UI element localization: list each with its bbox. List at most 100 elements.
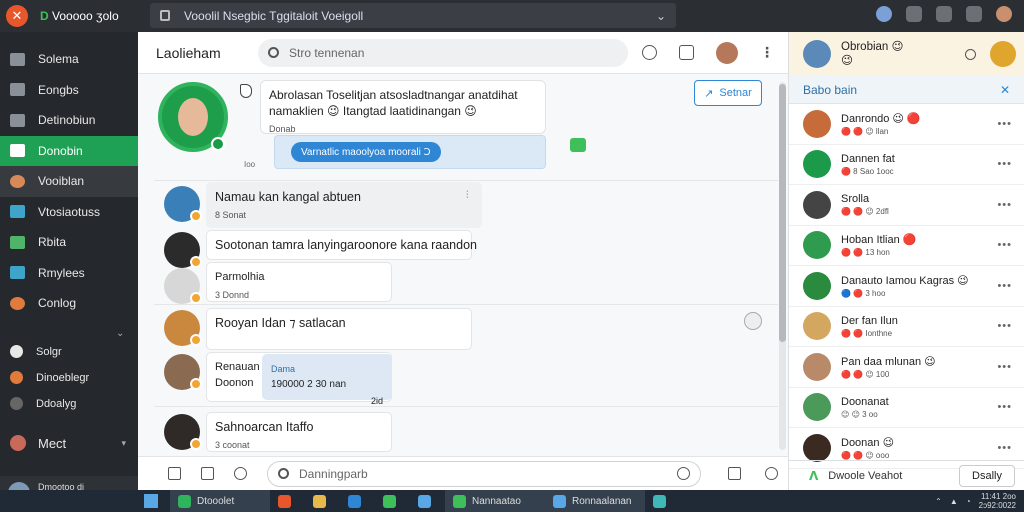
contact-row[interactable]: Doonanat 😉 😉 3 oo ••• (789, 388, 1024, 428)
clock[interactable]: 11:41 2oo 2ɔ92:0022 (979, 492, 1016, 510)
sidebar-sub-item-1[interactable]: Dinoeblegr (0, 365, 138, 391)
more-options-icon[interactable]: ••• (997, 361, 1012, 373)
sidebar-item-6[interactable]: Rbita (0, 227, 138, 258)
avatar (803, 190, 831, 219)
sidebar-item-8[interactable]: Conlog (0, 288, 138, 319)
avatar[interactable] (164, 232, 202, 268)
sidebar-item-4[interactable]: Vooiblan (0, 166, 138, 197)
scroll-down-button[interactable] (744, 312, 762, 330)
sidebar-item-5[interactable]: Vtosiaotuss (0, 197, 138, 228)
sidebar-item-0[interactable]: Solema (0, 44, 138, 75)
send-button[interactable]: ↗ Setnar (694, 80, 762, 106)
message-bubble: Parmolhia 3 Donnd (206, 262, 392, 302)
sidebar-item-7[interactable]: Rmylees (0, 258, 138, 289)
contact-row[interactable]: Danrondo 😉 🔴 🔴 🔴 😉 llan ••• (789, 104, 1024, 145)
taskbar-item[interactable] (340, 490, 375, 512)
more-options-icon[interactable]: ⋮ (760, 44, 774, 61)
message-options-icon[interactable]: ⫶ (466, 190, 469, 201)
taskbar-item[interactable] (410, 490, 445, 512)
app-logo-icon[interactable]: ✕ (6, 5, 28, 27)
sidebar-item-1[interactable]: Eongbs (0, 75, 138, 106)
chevron-up-icon[interactable]: ⌃ (935, 497, 942, 506)
contact-row[interactable]: Hoban Itlian 🔴 🔴 🔴 13 hon ••• (789, 226, 1024, 266)
more-options-icon[interactable]: ••• (997, 280, 1012, 292)
taskbar: Dtooolet Nannaatao Ronnaalanan ⌃ ▲ ◔ 11:41… (0, 490, 1024, 512)
address-bar[interactable]: Vooolil Nsegbic Tggitaloit Voeigoll ⌄ (150, 3, 676, 28)
sidebar-item-3[interactable]: Donobin (0, 135, 138, 166)
taskbar-item[interactable]: Nannaatao (445, 490, 545, 512)
action-button[interactable]: Varnatlic maoolyoa moorali Ↄ (291, 142, 441, 162)
taskbar-item[interactable] (270, 490, 305, 512)
collapse-chevron-icon[interactable]: ⌄ (116, 328, 124, 339)
avatar[interactable] (164, 310, 202, 346)
avatar[interactable] (164, 186, 202, 222)
scrollbar-thumb[interactable] (779, 84, 786, 342)
sidebar-sub-item-2[interactable]: Ddoalyg (0, 391, 138, 417)
chevron-down-icon[interactable]: ▾ (121, 438, 126, 449)
contact-name: Pan daa mlunan 😉 (841, 355, 936, 368)
image-icon[interactable] (728, 467, 741, 480)
taskbar-item[interactable] (375, 490, 410, 512)
avatar[interactable] (164, 414, 202, 450)
contact-row[interactable]: Srolla 🔴 🔴 😉 2dfl ••• (789, 185, 1024, 226)
footer-button[interactable]: Dsally (959, 464, 1015, 487)
contact-list: Danrondo 😉 🔴 🔴 🔴 😉 llan ••• Dannen fat 🔴 8 S… (789, 104, 1024, 469)
more-options-icon[interactable]: ••• (997, 239, 1012, 251)
message-input[interactable]: Danningparb (267, 460, 701, 487)
page-title: Laolieham (156, 44, 221, 61)
taskbar-item[interactable]: Ronnaalanan (545, 490, 645, 512)
window-icon[interactable] (966, 6, 982, 22)
more-options-icon[interactable]: ••• (997, 442, 1012, 454)
contact-name: Danrondo 😉 🔴 (841, 112, 921, 125)
avatar[interactable] (990, 41, 1016, 67)
taskbar-item[interactable] (645, 490, 680, 512)
chevron-down-icon[interactable]: ⌄ (656, 9, 666, 23)
more-options-icon[interactable]: ••• (997, 158, 1012, 170)
avatar[interactable] (716, 41, 738, 64)
grid-icon (10, 52, 25, 66)
user-avatar-icon[interactable] (996, 6, 1012, 22)
featured-message: Abrolasan Toselitjan atsosladtnangar ana… (156, 80, 776, 182)
profile-icon[interactable] (876, 6, 892, 22)
start-menu-icon[interactable] (144, 494, 158, 508)
flame-icon (10, 371, 23, 384)
avatar[interactable] (164, 268, 202, 304)
bookmark-icon[interactable] (936, 6, 952, 22)
browser-bar: ✕ D Vooooo ʒolo Vooolil Nsegbic Tggitalo… (0, 0, 1024, 32)
close-icon[interactable]: ✕ (1000, 83, 1010, 97)
avatar (803, 433, 831, 462)
more-options-icon[interactable]: ••• (997, 320, 1012, 332)
message-icon[interactable] (642, 45, 657, 60)
attachment-card[interactable]: Dama 190000 2 30 nan 2id (262, 354, 392, 406)
sidebar-item-2[interactable]: Detinobiun (0, 105, 138, 136)
share-icon[interactable] (679, 45, 694, 60)
more-options-icon[interactable]: ••• (997, 199, 1012, 211)
table-icon[interactable] (168, 467, 181, 480)
sidebar-sub-item-0[interactable]: Solgr (0, 339, 138, 365)
taskbar-item[interactable]: Dtooolet (170, 490, 270, 512)
extensions-icon[interactable] (906, 6, 922, 22)
contact-row[interactable]: Pan daa mlunan 😉 🔴 🔴 😉 100 ••• (789, 347, 1024, 388)
avatar[interactable] (803, 40, 831, 68)
contact-status: 🔴 8 Sao 1ooc (841, 166, 894, 176)
contact-status: 🔴 🔴 😉 2dfl (841, 207, 889, 217)
file-icon[interactable] (201, 467, 214, 480)
contact-row[interactable]: Dannen fat 🔴 8 Sao 1ooc ••• (789, 145, 1024, 185)
avatar[interactable] (164, 354, 202, 390)
volume-icon[interactable]: ◔ (966, 497, 971, 506)
divider (154, 304, 778, 305)
more-options-icon[interactable]: ••• (997, 401, 1012, 413)
more-options-icon[interactable]: ••• (997, 118, 1012, 130)
smiley-icon[interactable] (765, 467, 778, 480)
location-icon[interactable] (234, 467, 247, 480)
sidebar-item-mect[interactable]: Mect ▾ (0, 428, 138, 458)
send-icon: ↗ (704, 87, 714, 100)
panel-footer: ᐱ Dwoole Veahot Dsally (789, 460, 1024, 490)
contact-row[interactable]: Danauto Iamou Kagras 😉 🔵 🔴 3 hoo ••• (789, 266, 1024, 307)
emoji-icon[interactable] (677, 467, 690, 480)
network-icon[interactable]: ▲ (950, 497, 958, 506)
search-input[interactable]: Stro tennenan (258, 38, 628, 67)
taskbar-item[interactable] (305, 490, 340, 512)
settings-icon[interactable] (965, 48, 976, 60)
contact-row[interactable]: Der fan Ilun 🔴 🔴 Ionthne ••• (789, 307, 1024, 347)
